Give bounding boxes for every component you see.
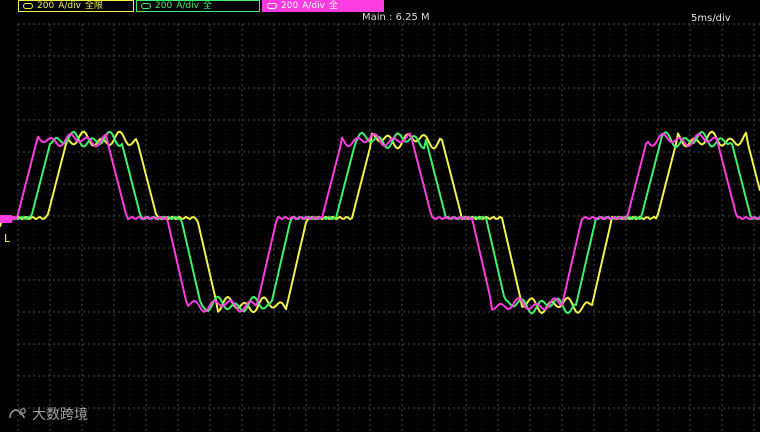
channel-level-marker: [0, 215, 15, 223]
watermark-icon: [9, 408, 26, 419]
waveform-plot: [0, 23, 760, 432]
scope-grid: [17, 23, 760, 432]
oscilloscope-screen: 200 A/div 全限 200 A/div 全 200 A/div 全 Mai…: [0, 0, 760, 432]
watermark-text: 大数跨境: [32, 407, 88, 423]
level-label: L: [4, 232, 11, 245]
watermark: 大数跨境: [8, 404, 88, 424]
green-trace: [0, 130, 760, 315]
